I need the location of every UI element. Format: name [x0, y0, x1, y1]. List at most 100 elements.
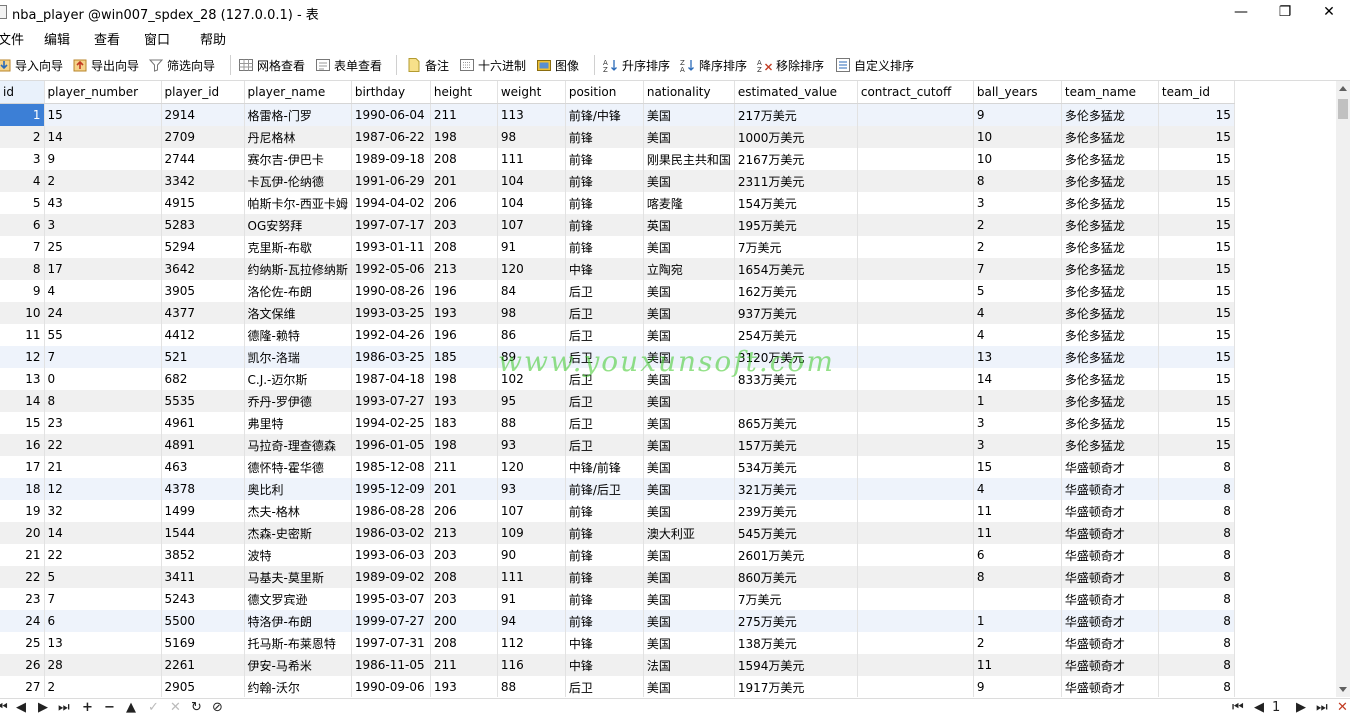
cell-player-id[interactable]: 5500 [161, 610, 245, 632]
table-row[interactable]: 3 9 2744 赛尔吉-伊巴卡 1989-09-18 208 111 前锋 刚果民主共和国 21… [0, 148, 1235, 170]
cell-estimated-value[interactable]: 157万美元 [734, 434, 858, 456]
cell-weight[interactable]: 98 [497, 126, 566, 148]
cell-team-name[interactable]: 多伦多猛龙 [1061, 192, 1159, 214]
cell-position[interactable]: 后卫 [565, 280, 644, 302]
cell-estimated-value[interactable] [734, 390, 858, 412]
cell-weight[interactable]: 112 [497, 632, 566, 654]
cell-player-id[interactable]: 521 [161, 346, 245, 368]
cell-team-id[interactable]: 15 [1158, 390, 1235, 412]
vertical-scrollbar[interactable] [1336, 81, 1350, 697]
cell-contract-cutoff[interactable] [857, 500, 974, 522]
cell-contract-cutoff[interactable] [857, 258, 974, 280]
table-row[interactable]: 4 2 3342 卡瓦伊-伦纳德 1991-06-29 201 104 前锋 美国 2311万美元… [0, 170, 1235, 192]
column-header-nationality[interactable]: nationality [643, 81, 735, 104]
cell-player-id[interactable]: 4961 [161, 412, 245, 434]
cell-player-name[interactable]: 卡瓦伊-伦纳德 [244, 170, 352, 192]
cell-player-id[interactable]: 2744 [161, 148, 245, 170]
cell-height[interactable]: 198 [430, 368, 498, 390]
cell-ball-years[interactable]: 2 [973, 632, 1062, 654]
cell-weight[interactable]: 111 [497, 566, 566, 588]
cell-player-name[interactable]: OG安努拜 [244, 214, 352, 236]
cell-player-id[interactable]: 5535 [161, 390, 245, 412]
cell-height[interactable]: 213 [430, 258, 498, 280]
form-view-button[interactable]: 表单查看 [315, 56, 382, 74]
cell-estimated-value[interactable]: 937万美元 [734, 302, 858, 324]
cell-estimated-value[interactable]: 162万美元 [734, 280, 858, 302]
cell-team-id[interactable]: 8 [1158, 654, 1235, 676]
cell-ball-years[interactable]: 15 [973, 456, 1062, 478]
cell-nationality[interactable]: 美国 [643, 610, 735, 632]
cell-nationality[interactable]: 美国 [643, 456, 735, 478]
cell-weight[interactable]: 95 [497, 390, 566, 412]
table-row[interactable]: 23 7 5243 德文罗宾逊 1995-03-07 203 91 前锋 美国 7万美元 华盛顿奇才… [0, 588, 1235, 610]
cell-ball-years[interactable]: 10 [973, 148, 1062, 170]
cell-contract-cutoff[interactable] [857, 434, 974, 456]
cell-contract-cutoff[interactable] [857, 148, 974, 170]
cell-team-id[interactable]: 15 [1158, 280, 1235, 302]
image-button[interactable]: 图像 [536, 56, 579, 74]
cell-height[interactable]: 196 [430, 324, 498, 346]
cell-position[interactable]: 前锋 [565, 500, 644, 522]
cell-player-number[interactable]: 5 [44, 566, 162, 588]
cell-player-id[interactable]: 3852 [161, 544, 245, 566]
cell-player-id[interactable]: 2709 [161, 126, 245, 148]
cell-team-id[interactable]: 15 [1158, 412, 1235, 434]
cell-position[interactable]: 前锋 [565, 148, 644, 170]
cell-nationality[interactable]: 美国 [643, 170, 735, 192]
cell-player-number[interactable]: 15 [44, 103, 162, 126]
cell-player-name[interactable]: 洛文保维 [244, 302, 352, 324]
first-page-icon[interactable]: ⏮ [1232, 700, 1244, 715]
custom-sort-button[interactable]: 自定义排序 [835, 56, 914, 74]
cell-team-name[interactable]: 多伦多猛龙 [1061, 390, 1159, 412]
cell-nationality[interactable]: 美国 [643, 412, 735, 434]
cell-weight[interactable]: 91 [497, 588, 566, 610]
table-row[interactable]: 12 7 521 凯尔-洛瑞 1986-03-25 185 89 后卫 美国 3120万美元 13 多… [0, 346, 1235, 368]
cell-height[interactable]: 208 [430, 566, 498, 588]
cell-nationality[interactable]: 美国 [643, 500, 735, 522]
cell-ball-years[interactable]: 3 [973, 192, 1062, 214]
cell-team-id[interactable]: 8 [1158, 500, 1235, 522]
cell-contract-cutoff[interactable] [857, 170, 974, 192]
cell-team-id[interactable]: 15 [1158, 103, 1235, 126]
cell-team-name[interactable]: 华盛顿奇才 [1061, 500, 1159, 522]
cell-weight[interactable]: 102 [497, 368, 566, 390]
cell-estimated-value[interactable]: 860万美元 [734, 566, 858, 588]
restore-button[interactable]: ❐ [1262, 0, 1308, 24]
table-row[interactable]: 14 8 5535 乔丹-罗伊德 1993-07-27 193 95 后卫 美国 1 多伦多猛龙 15 [0, 390, 1235, 412]
cell-team-id[interactable]: 15 [1158, 434, 1235, 456]
cell-contract-cutoff[interactable] [857, 192, 974, 214]
cell-player-name[interactable]: 乔丹-罗伊德 [244, 390, 352, 412]
table-row[interactable]: 10 24 4377 洛文保维 1993-03-25 193 98 后卫 美国 937万美元 4 多伦… [0, 302, 1235, 324]
cell-contract-cutoff[interactable] [857, 236, 974, 258]
menu-edit[interactable]: 编辑 [44, 29, 70, 48]
cell-id[interactable]: 22 [0, 566, 45, 588]
cell-birthday[interactable]: 1989-09-02 [351, 566, 431, 588]
cell-birthday[interactable]: 1992-05-06 [351, 258, 431, 280]
cell-player-name[interactable]: 赛尔吉-伊巴卡 [244, 148, 352, 170]
cell-player-id[interactable]: 4891 [161, 434, 245, 456]
table-row[interactable]: 13 0 682 C.J.-迈尔斯 1987-04-18 198 102 后卫 美国 833万美元… [0, 368, 1235, 390]
cell-weight[interactable]: 84 [497, 280, 566, 302]
cell-position[interactable]: 后卫 [565, 368, 644, 390]
cell-contract-cutoff[interactable] [857, 588, 974, 610]
cell-id[interactable]: 13 [0, 368, 45, 390]
cell-birthday[interactable]: 1990-06-04 [351, 103, 431, 126]
table-row[interactable]: 22 5 3411 马基夫-莫里斯 1989-09-02 208 111 前锋 美国 860万美元… [0, 566, 1235, 588]
cell-player-number[interactable]: 32 [44, 500, 162, 522]
cell-estimated-value[interactable]: 7万美元 [734, 588, 858, 610]
cell-nationality[interactable]: 英国 [643, 214, 735, 236]
cell-team-id[interactable]: 15 [1158, 346, 1235, 368]
cell-ball-years[interactable]: 11 [973, 654, 1062, 676]
cell-id[interactable]: 27 [0, 676, 45, 697]
import-wizard-button[interactable]: 导入向导 [0, 56, 63, 74]
close-grid-icon[interactable]: ✕ [1337, 700, 1348, 715]
cell-ball-years[interactable]: 13 [973, 346, 1062, 368]
cell-player-name[interactable]: 洛伦佐-布朗 [244, 280, 352, 302]
cell-ball-years[interactable]: 1 [973, 390, 1062, 412]
cell-ball-years[interactable]: 14 [973, 368, 1062, 390]
cell-id[interactable]: 10 [0, 302, 45, 324]
cell-birthday[interactable]: 1994-02-25 [351, 412, 431, 434]
table-row[interactable]: 8 17 3642 约纳斯-瓦拉修纳斯 1992-05-06 213 120 中锋 立陶宛 165… [0, 258, 1235, 280]
grid-view-button[interactable]: 网格查看 [238, 56, 305, 74]
cell-birthday[interactable]: 1987-04-18 [351, 368, 431, 390]
